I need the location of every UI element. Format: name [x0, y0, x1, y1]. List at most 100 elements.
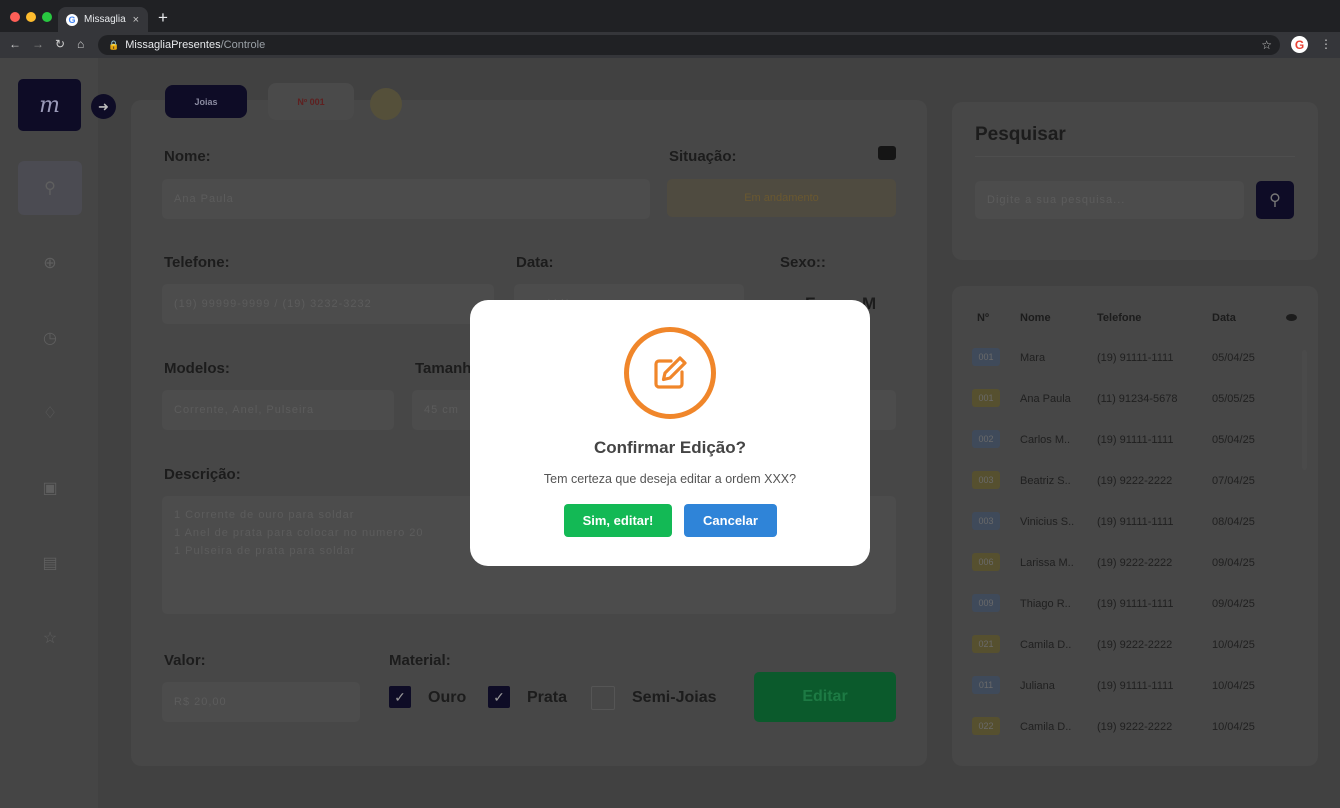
row-data: 09/04/25	[1212, 557, 1255, 569]
table-row[interactable]: 003 Beatriz S.. (19) 9222-2222 07/04/25	[960, 461, 1300, 502]
semi-joias-checkbox[interactable]	[591, 686, 615, 710]
browser-menu-icon[interactable]: ⋮	[1320, 37, 1332, 51]
search-divider	[975, 156, 1295, 157]
row-data: 10/04/25	[1212, 721, 1255, 733]
table-scrollbar[interactable]	[1302, 350, 1307, 470]
camera-icon[interactable]	[878, 146, 896, 160]
row-telefone: (19) 91111-1111	[1097, 680, 1174, 692]
browser-tabstrip: G Missaglia × +	[0, 0, 1340, 32]
new-tab-button[interactable]: +	[158, 9, 168, 26]
row-data: 10/04/25	[1212, 639, 1255, 651]
table-row[interactable]: 011 Juliana (19) 91111-1111 10/04/25	[960, 666, 1300, 707]
table-row[interactable]: 022 Camila D.. (19) 9222-2222 10/04/25	[960, 707, 1300, 748]
table-row[interactable]: 006 Larissa M.. (19) 9222-2222 09/04/25	[960, 543, 1300, 584]
status-dot-icon[interactable]	[370, 88, 402, 120]
prata-checkbox[interactable]: ✓	[488, 686, 510, 708]
table-header-data: Data	[1212, 312, 1236, 324]
lock-icon: 🔒	[108, 39, 120, 50]
row-telefone: (11) 91234-5678	[1097, 393, 1178, 405]
table-row[interactable]: 003 Vinicius S.. (19) 91111-1111 08/04/25	[960, 502, 1300, 543]
telefone-input[interactable]: (19) 99999-9999 / (19) 3232-3232	[162, 284, 494, 324]
row-number-badge: 022	[972, 717, 1000, 735]
eye-icon[interactable]	[1286, 314, 1297, 321]
tab-joias[interactable]: Joias	[165, 85, 247, 118]
row-telefone: (19) 91111-1111	[1097, 434, 1174, 446]
row-number-badge: 011	[972, 676, 1000, 694]
sidebar-archive-icon[interactable]: ▣	[18, 461, 82, 515]
row-data: 09/04/25	[1212, 598, 1255, 610]
row-data: 05/04/25	[1212, 434, 1255, 446]
close-window-button[interactable]	[10, 12, 20, 22]
row-nome: Ana Paula	[1020, 393, 1071, 405]
row-data: 05/04/25	[1212, 352, 1255, 364]
table-row[interactable]: 001 Ana Paula (11) 91234-5678 05/05/25	[960, 379, 1300, 420]
sidebar-calendar-icon[interactable]: ▤	[18, 536, 82, 590]
google-icon: G	[66, 13, 78, 26]
telefone-label: Telefone:	[164, 254, 230, 271]
sidebar-search-icon[interactable]: ⚲	[18, 161, 82, 215]
modelos-label: Modelos:	[164, 360, 230, 377]
row-number-badge: 009	[972, 594, 1000, 612]
row-nome: Larissa M..	[1020, 557, 1074, 569]
dialog-message: Tem certeza que deseja editar a ordem XX…	[543, 472, 797, 486]
row-nome: Beatriz S..	[1020, 475, 1071, 487]
table-row[interactable]: 009 Thiago R.. (19) 91111-1111 09/04/25	[960, 584, 1300, 625]
table-row[interactable]: 001 Mara (19) 91111-1111 05/04/25	[960, 338, 1300, 379]
sidebar-add-icon[interactable]: ⊕	[18, 236, 82, 290]
row-number-badge: 001	[972, 348, 1000, 366]
data-label: Data:	[516, 254, 554, 271]
bookmark-star-icon[interactable]: ☆	[1261, 38, 1272, 52]
cancel-button[interactable]: Cancelar	[684, 504, 777, 537]
table-row[interactable]: 021 Camila D.. (19) 9222-2222 10/04/25	[960, 625, 1300, 666]
row-telefone: (19) 9222-2222	[1097, 557, 1173, 569]
modelos-input[interactable]: Corrente, Anel, Pulseira	[162, 390, 394, 430]
row-number-badge: 001	[972, 389, 1000, 407]
valor-input[interactable]: R$ 20,00	[162, 682, 360, 722]
row-data: 07/04/25	[1212, 475, 1255, 487]
material-label: Material:	[389, 652, 451, 669]
search-icon: ⚲	[1269, 192, 1281, 209]
situacao-status[interactable]: Em andamento	[667, 179, 896, 217]
nome-label: Nome:	[164, 148, 211, 165]
descricao-label: Descrição:	[164, 466, 241, 483]
row-nome: Carlos M..	[1020, 434, 1071, 446]
nome-input[interactable]: Ana Paula	[162, 179, 650, 219]
url-path: /Controle	[220, 39, 266, 51]
address-bar[interactable]: 🔒 MissagliaPresentes/Controle ☆	[98, 35, 1280, 55]
row-number-badge: 021	[972, 635, 1000, 653]
row-nome: Camila D..	[1020, 639, 1072, 651]
sidebar-gem-icon[interactable]: ♢	[18, 386, 82, 440]
editar-button[interactable]: Editar	[754, 672, 896, 722]
expand-sidebar-icon[interactable]: ➜	[91, 94, 116, 119]
home-icon[interactable]: ⌂	[77, 37, 84, 51]
search-input[interactable]: Digite a sua pesquisa...	[975, 181, 1244, 219]
row-number-badge: 002	[972, 430, 1000, 448]
tab-title: Missaglia	[84, 14, 126, 25]
profile-avatar-icon[interactable]: G	[1291, 36, 1308, 53]
close-tab-icon[interactable]: ×	[133, 14, 139, 26]
search-button[interactable]: ⚲	[1256, 181, 1294, 219]
row-nome: Juliana	[1020, 680, 1055, 692]
sidebar-star-icon[interactable]: ☆	[18, 611, 82, 665]
forward-icon[interactable]: →	[32, 37, 44, 51]
row-telefone: (19) 9222-2222	[1097, 721, 1173, 733]
minimize-window-button[interactable]	[26, 12, 36, 22]
row-nome: Thiago R..	[1020, 598, 1071, 610]
browser-tab[interactable]: G Missaglia ×	[58, 7, 148, 32]
valor-label: Valor:	[164, 652, 206, 669]
edit-icon	[624, 327, 716, 419]
prata-label: Prata	[527, 689, 568, 706]
maximize-window-button[interactable]	[42, 12, 52, 22]
table-header-nome: Nome	[1020, 312, 1051, 324]
search-title: Pesquisar	[975, 124, 1066, 145]
brand-logo: m	[18, 79, 81, 131]
confirm-edit-button[interactable]: Sim, editar!	[564, 504, 672, 537]
ouro-checkbox[interactable]: ✓	[389, 686, 411, 708]
sidebar: m ➜ ⚲ ⊕ ◷ ♢ ▣ ▤ ☆	[0, 58, 116, 808]
reload-icon[interactable]: ↻	[55, 37, 65, 51]
sidebar-clock-icon[interactable]: ◷	[18, 311, 82, 365]
table-row[interactable]: 002 Carlos M.. (19) 91111-1111 05/04/25	[960, 420, 1300, 461]
tab-order-number[interactable]: Nº 001	[268, 83, 354, 120]
back-icon[interactable]: ←	[9, 37, 21, 51]
sexo-label: Sexo::	[780, 254, 826, 271]
